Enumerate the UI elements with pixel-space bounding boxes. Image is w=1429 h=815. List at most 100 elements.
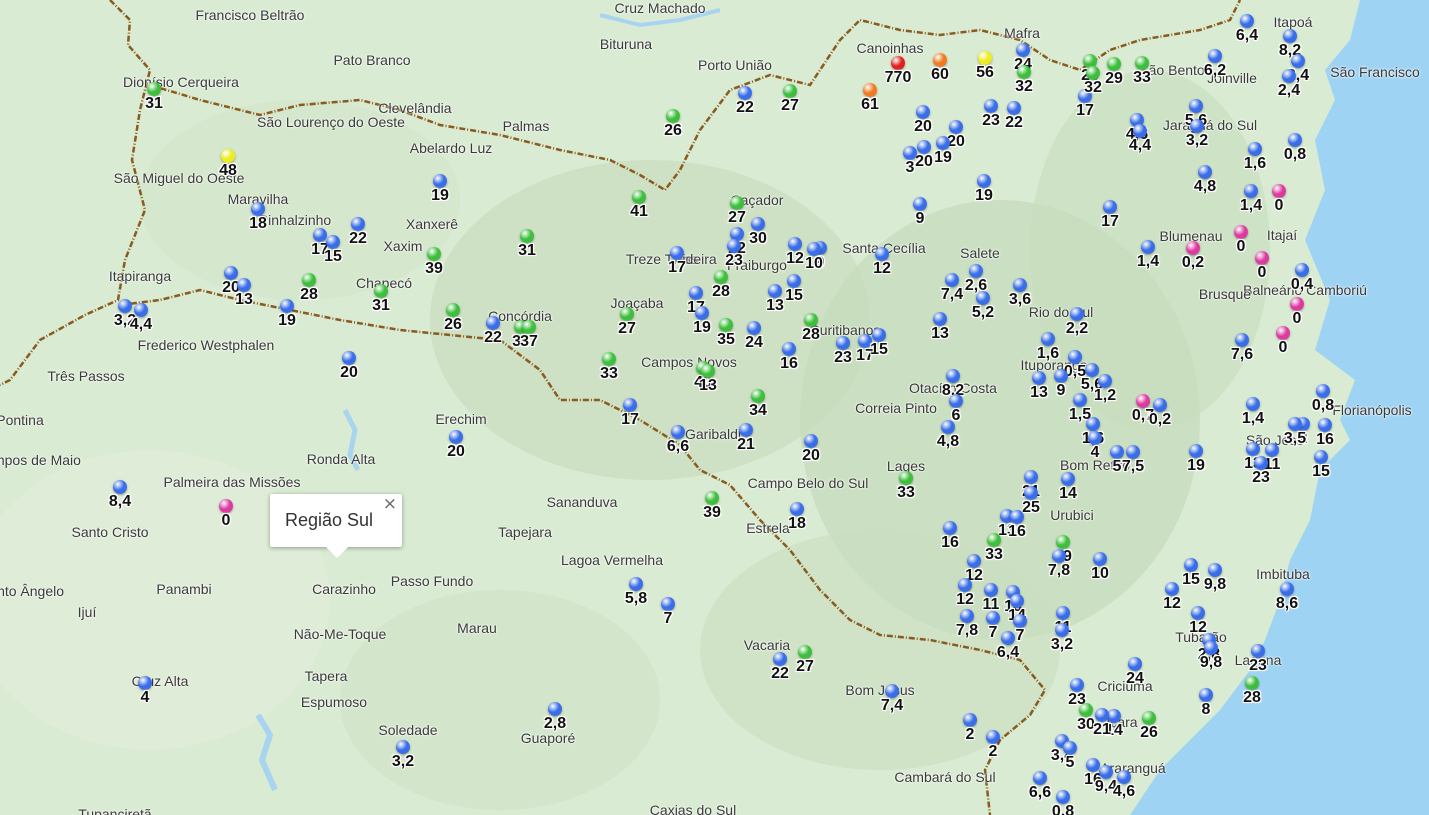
station-marker-icon[interactable] [730, 196, 744, 210]
station-marker-icon[interactable] [629, 577, 643, 591]
station-marker-icon[interactable] [1013, 614, 1027, 628]
station-marker-icon[interactable] [986, 730, 1000, 744]
station-marker-icon[interactable] [486, 316, 500, 330]
station-marker-icon[interactable] [1098, 374, 1112, 388]
station-marker-icon[interactable] [1095, 708, 1109, 722]
station-marker-icon[interactable] [1052, 549, 1066, 563]
station-marker-icon[interactable] [1248, 142, 1262, 156]
station-marker-icon[interactable] [113, 480, 127, 494]
station-marker-icon[interactable] [936, 136, 950, 150]
station-marker-icon[interactable] [1290, 297, 1304, 311]
station-marker-icon[interactable] [1189, 99, 1203, 113]
station-marker-icon[interactable] [1013, 278, 1027, 292]
station-marker-icon[interactable] [1126, 445, 1140, 459]
station-marker-icon[interactable] [899, 471, 913, 485]
station-marker-icon[interactable] [1054, 369, 1068, 383]
station-marker-icon[interactable] [1314, 450, 1328, 464]
station-marker-icon[interactable] [1276, 326, 1290, 340]
station-marker-icon[interactable] [1199, 688, 1213, 702]
station-marker-icon[interactable] [987, 533, 1001, 547]
station-marker-icon[interactable] [1272, 184, 1286, 198]
station-marker-icon[interactable] [738, 86, 752, 100]
station-marker-icon[interactable] [689, 286, 703, 300]
station-marker-icon[interactable] [221, 149, 235, 163]
station-marker-icon[interactable] [1061, 472, 1075, 486]
station-marker-icon[interactable] [1235, 333, 1249, 347]
station-marker-icon[interactable] [1017, 65, 1031, 79]
station-marker-icon[interactable] [891, 56, 905, 70]
station-marker-icon[interactable] [1010, 510, 1024, 524]
station-marker-icon[interactable] [705, 491, 719, 505]
station-marker-icon[interactable] [719, 318, 733, 332]
station-marker-icon[interactable] [342, 351, 356, 365]
station-marker-icon[interactable] [118, 299, 132, 313]
station-marker-icon[interactable] [1189, 444, 1203, 458]
station-marker-icon[interactable] [863, 83, 877, 97]
station-marker-icon[interactable] [1190, 119, 1204, 133]
station-marker-icon[interactable] [1283, 29, 1297, 43]
station-marker-icon[interactable] [237, 278, 251, 292]
station-marker-icon[interactable] [739, 423, 753, 437]
station-marker-icon[interactable] [1255, 251, 1269, 265]
station-marker-icon[interactable] [1070, 307, 1084, 321]
station-marker-icon[interactable] [916, 105, 930, 119]
station-marker-icon[interactable] [548, 702, 562, 716]
station-marker-icon[interactable] [804, 434, 818, 448]
station-marker-icon[interactable] [1288, 133, 1302, 147]
station-marker-icon[interactable] [1056, 790, 1070, 804]
station-marker-icon[interactable] [134, 303, 148, 317]
station-marker-icon[interactable] [875, 247, 889, 261]
station-marker-icon[interactable] [1024, 470, 1038, 484]
station-marker-icon[interactable] [1056, 606, 1070, 620]
station-marker-icon[interactable] [977, 174, 991, 188]
station-marker-icon[interactable] [1010, 594, 1024, 608]
station-marker-icon[interactable] [1208, 49, 1222, 63]
station-marker-icon[interactable] [790, 502, 804, 516]
station-marker-icon[interactable] [1265, 443, 1279, 457]
station-marker-icon[interactable] [958, 578, 972, 592]
station-marker-icon[interactable] [632, 190, 646, 204]
station-marker-icon[interactable] [913, 197, 927, 211]
station-marker-icon[interactable] [949, 120, 963, 134]
station-marker-icon[interactable] [374, 284, 388, 298]
station-marker-icon[interactable] [1141, 240, 1155, 254]
station-marker-icon[interactable] [251, 202, 265, 216]
station-marker-icon[interactable] [946, 369, 960, 383]
station-marker-icon[interactable] [623, 398, 637, 412]
station-marker-icon[interactable] [449, 430, 463, 444]
station-marker-icon[interactable] [1093, 552, 1107, 566]
station-marker-icon[interactable] [943, 521, 957, 535]
station-marker-icon[interactable] [1073, 393, 1087, 407]
station-marker-icon[interactable] [1063, 741, 1077, 755]
station-marker-icon[interactable] [967, 554, 981, 568]
station-marker-icon[interactable] [773, 652, 787, 666]
station-marker-icon[interactable] [783, 84, 797, 98]
station-marker-icon[interactable] [941, 420, 955, 434]
station-marker-icon[interactable] [963, 713, 977, 727]
station-marker-icon[interactable] [351, 217, 365, 231]
station-marker-icon[interactable] [872, 328, 886, 342]
station-marker-icon[interactable] [1088, 431, 1102, 445]
station-marker-icon[interactable] [666, 109, 680, 123]
station-marker-icon[interactable] [313, 228, 327, 242]
station-marker-icon[interactable] [1070, 678, 1084, 692]
station-marker-icon[interactable] [1280, 582, 1294, 596]
station-marker-icon[interactable] [1033, 771, 1047, 785]
station-marker-icon[interactable] [1254, 456, 1268, 470]
station-marker-icon[interactable] [1153, 398, 1167, 412]
station-marker-icon[interactable] [224, 266, 238, 280]
station-marker-icon[interactable] [1068, 350, 1082, 364]
station-marker-icon[interactable] [1184, 558, 1198, 572]
station-marker-icon[interactable] [1099, 765, 1113, 779]
station-marker-icon[interactable] [949, 394, 963, 408]
station-marker-icon[interactable] [714, 270, 728, 284]
station-marker-icon[interactable] [1244, 184, 1258, 198]
station-marker-icon[interactable] [1191, 606, 1205, 620]
station-marker-icon[interactable] [1246, 397, 1260, 411]
station-marker-icon[interactable] [280, 299, 294, 313]
station-marker-icon[interactable] [1282, 69, 1296, 83]
station-marker-icon[interactable] [1133, 124, 1147, 138]
station-marker-icon[interactable] [1318, 418, 1332, 432]
station-marker-icon[interactable] [978, 51, 992, 65]
station-marker-icon[interactable] [427, 247, 441, 261]
